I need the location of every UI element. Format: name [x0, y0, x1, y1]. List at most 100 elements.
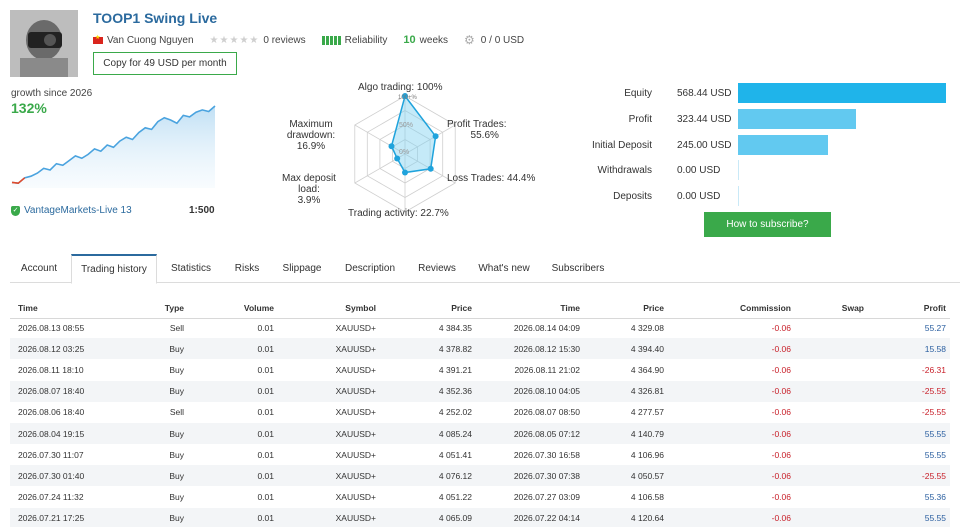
cell-profit: 55.55 [924, 449, 946, 460]
cell-type: Buy [169, 492, 184, 503]
column-header-volume[interactable]: Volume [220, 297, 274, 318]
radar-ring-100: 100+% [398, 95, 418, 101]
tab-account[interactable]: Account [10, 254, 68, 283]
cell-close-time: 2026.08.11 21:02 [514, 364, 580, 375]
cell-symbol: XAUUSD+ [335, 513, 376, 524]
radar-ring-50: 50% [399, 122, 413, 129]
column-header-symbol[interactable]: Symbol [310, 297, 376, 318]
column-header-profit[interactable]: Profit [890, 297, 946, 318]
growth-label: growth since 2026 [11, 88, 93, 99]
cell-close-price: 4 120.64 [630, 513, 664, 524]
cell-open-time: 2026.07.30 01:40 [18, 470, 85, 481]
cell-open-time: 2026.08.06 18:40 [18, 407, 85, 418]
cell-symbol: XAUUSD+ [335, 407, 376, 418]
cell-profit: 15.58 [924, 343, 946, 354]
cell-symbol: XAUUSD+ [335, 343, 376, 354]
radar-label-deposit: Max deposit load: 3.9% [271, 173, 347, 206]
column-header-close-price[interactable]: Price [590, 297, 664, 318]
leverage-value: 1:500 [189, 205, 215, 216]
column-header-close-time[interactable]: Time [490, 297, 580, 318]
verified-shield-icon: ✓ [11, 205, 20, 216]
radar-label-drawdown-title: Maximum [289, 119, 333, 130]
cell-commission: -0.06 [771, 428, 791, 439]
reviews-count[interactable]: 0 reviews [263, 35, 305, 46]
subscribers-icon: ⚙ [464, 33, 475, 47]
cell-symbol: XAUUSD+ [335, 470, 376, 481]
tab-subscribers[interactable]: Subscribers [542, 254, 614, 283]
radar-label-deposit-value: 3.9% [297, 195, 321, 206]
cell-commission: -0.06 [771, 343, 791, 354]
equity-row-bar [738, 135, 828, 155]
cell-close-price: 4 106.96 [630, 449, 664, 460]
signal-tabs: Account Trading history Statistics Risks Sli… [10, 254, 960, 284]
cell-profit: 55.55 [924, 428, 946, 439]
cell-volume: 0.01 [257, 449, 274, 460]
cell-commission: -0.06 [771, 364, 791, 375]
cell-close-time: 2026.08.10 04:05 [513, 386, 580, 397]
weeks-value: 10 [403, 34, 416, 46]
tab-slippage[interactable]: Slippage [272, 254, 332, 283]
signal-title[interactable]: TOOP1 Swing Live [93, 10, 217, 26]
equity-row-label: Profit [628, 113, 652, 125]
equity-row: Initial Deposit 245.00 USD [580, 135, 960, 155]
vietnam-flag-icon [93, 34, 103, 44]
tab-reviews[interactable]: Reviews [406, 254, 468, 283]
cell-swap [810, 508, 864, 527]
cell-close-time: 2026.07.22 04:14 [513, 513, 580, 524]
column-header-open-time[interactable]: Time [18, 297, 108, 318]
reliability-bars-icon [321, 35, 341, 45]
tab-trading-history[interactable]: Trading history [71, 254, 157, 284]
broker-server[interactable]: ✓ VantageMarkets-Live 13 [11, 205, 132, 216]
cell-close-time: 2026.08.07 08:50 [513, 407, 580, 418]
author-avatar[interactable] [10, 10, 78, 77]
cell-open-time: 2026.08.04 19:15 [18, 428, 85, 439]
radar-point-drawdown [388, 143, 395, 150]
cell-close-time: 2026.08.14 04:09 [513, 322, 580, 333]
broker-name[interactable]: VantageMarkets-Live 13 [24, 205, 132, 216]
cell-close-time: 2026.07.30 16:58 [513, 449, 580, 460]
column-header-swap[interactable]: Swap [810, 297, 864, 318]
radar-ring-0: 0% [399, 149, 409, 156]
avatar-image [10, 10, 78, 77]
tab-risks[interactable]: Risks [224, 254, 270, 283]
cell-volume: 0.01 [257, 513, 274, 524]
cell-close-price: 4 329.08 [630, 322, 664, 333]
radar-label-activity: Trading activity: 22.7% [348, 208, 449, 219]
equity-row-value: 245.00 USD [677, 139, 732, 151]
cell-commission: -0.06 [771, 492, 791, 503]
cell-volume: 0.01 [257, 407, 274, 418]
column-header-type[interactable]: Type [130, 297, 184, 318]
author-name[interactable]: Van Cuong Nguyen [107, 35, 194, 46]
radar-label-drawdown-value: drawdown: 16.9% [286, 130, 336, 152]
radar-point-profit [432, 133, 439, 140]
copy-subscription-button[interactable]: Copy for 49 USD per month [93, 52, 237, 75]
radar-point-deposit [394, 155, 401, 162]
cell-swap [810, 444, 864, 465]
cell-close-price: 4 277.57 [630, 407, 664, 418]
cell-volume: 0.01 [257, 322, 274, 333]
table-row: 2026.07.21 17:25 Buy 0.01 XAUUSD+ 4 065.09 20… [10, 507, 950, 527]
tab-statistics[interactable]: Statistics [160, 254, 222, 283]
cell-symbol: XAUUSD+ [335, 492, 376, 503]
growth-chart[interactable] [10, 100, 218, 188]
cell-type: Buy [169, 364, 184, 375]
cell-open-price: 4 076.12 [438, 470, 472, 481]
tab-what-s-new[interactable]: What's new [470, 254, 538, 283]
cell-open-time: 2026.08.13 08:55 [18, 322, 85, 333]
cell-open-time: 2026.07.21 17:25 [18, 513, 85, 524]
cell-swap [810, 359, 864, 380]
equity-row-value: 0.00 USD [677, 190, 721, 202]
equity-row-label: Equity [624, 87, 652, 99]
radar-label-algo: Algo trading: 100% [358, 82, 443, 93]
cell-swap [810, 402, 864, 423]
tab-description[interactable]: Description [336, 254, 404, 283]
cell-close-time: 2026.07.30 07:38 [513, 470, 580, 481]
cell-profit: -26.31 [921, 364, 946, 375]
how-to-subscribe-button[interactable]: How to subscribe? [704, 212, 831, 237]
cell-profit: 55.27 [924, 322, 946, 333]
column-header-commission[interactable]: Commission [710, 297, 791, 318]
rating-stars-icon: ★★★★★ [209, 34, 260, 46]
column-header-open-price[interactable]: Price [400, 297, 472, 318]
equity-row-value: 568.44 USD [677, 87, 732, 99]
cell-open-time: 2026.08.12 03:25 [18, 343, 85, 354]
